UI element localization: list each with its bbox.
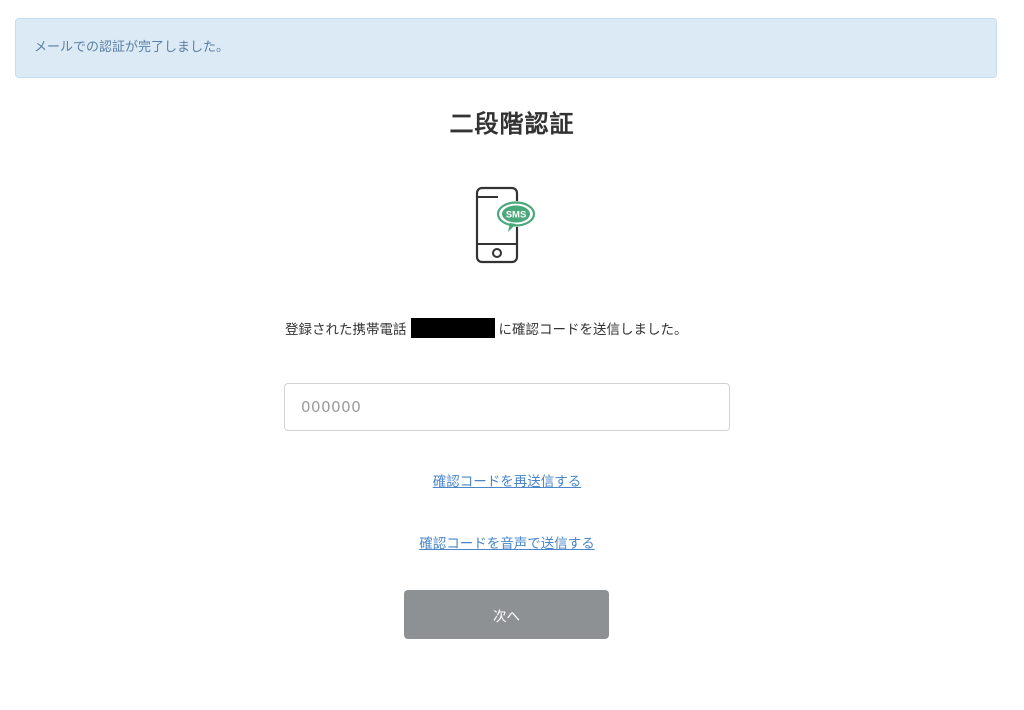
resend-code-link-row: 確認コードを再送信する: [0, 470, 1014, 490]
sent-message: 登録された携帯電話 に確認コードを送信しました。: [285, 318, 725, 342]
verification-code-input[interactable]: [284, 383, 730, 431]
voice-code-link[interactable]: 確認コードを音声で送信する: [419, 536, 595, 552]
redacted-phone-number: [410, 318, 495, 338]
alert-text: メールでの認証が完了しました。: [34, 40, 230, 55]
sms-phone-icon: SMS: [475, 186, 536, 264]
success-alert: メールでの認証が完了しました。: [15, 18, 997, 78]
next-button[interactable]: 次へ: [404, 590, 609, 639]
voice-code-link-row: 確認コードを音声で送信する: [0, 532, 1014, 552]
message-after: に確認コードを送信しました。: [498, 322, 688, 338]
page-title: 二段階認証: [449, 110, 575, 138]
message-before: 登録された携帯電話: [285, 322, 407, 338]
sms-bubble-text: SMS: [506, 210, 527, 221]
resend-code-link[interactable]: 確認コードを再送信する: [433, 474, 582, 490]
